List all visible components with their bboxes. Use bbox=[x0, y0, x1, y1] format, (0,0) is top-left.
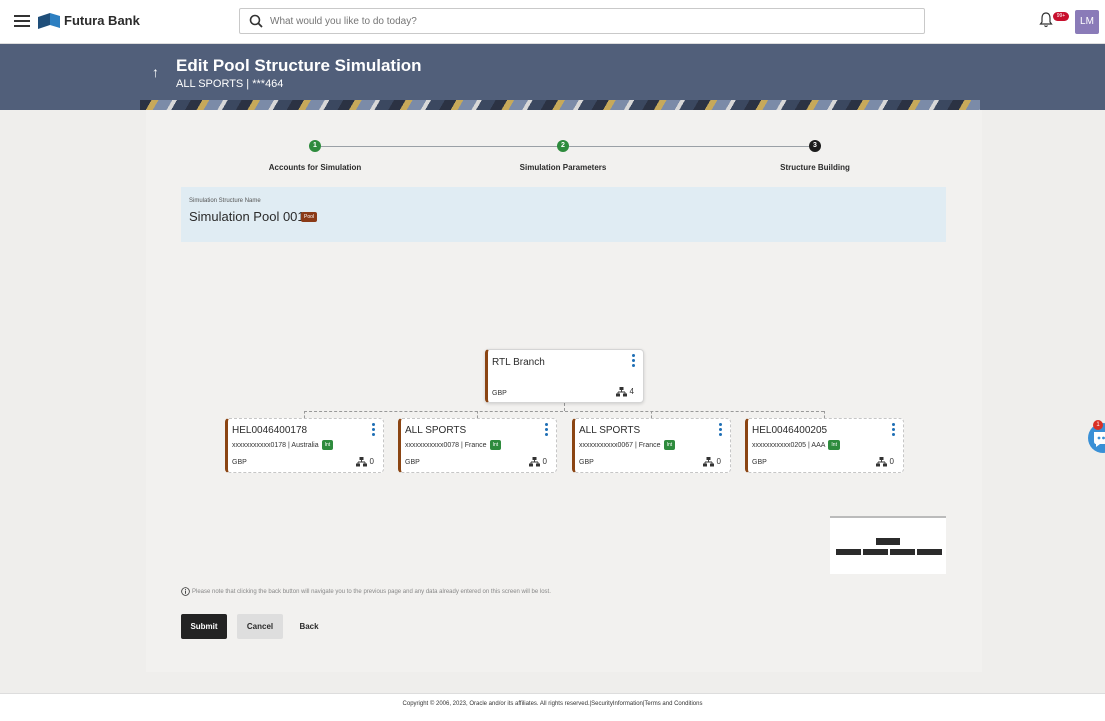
hierarchy-icon bbox=[615, 387, 627, 397]
minimap-root-block bbox=[876, 538, 900, 545]
node-child-count: 4 bbox=[615, 387, 634, 397]
banner-pattern bbox=[140, 100, 980, 110]
stepper-line bbox=[568, 146, 809, 147]
tree-connector bbox=[564, 403, 565, 411]
node-account-text: xxxxxxxxxxx0078 | France bbox=[405, 441, 487, 449]
hierarchy-icon bbox=[528, 457, 540, 467]
node-child-count: 0 bbox=[355, 457, 374, 467]
int-badge: Int bbox=[663, 440, 676, 450]
node-child-count: 0 bbox=[875, 457, 894, 467]
node-count-value: 4 bbox=[629, 387, 634, 397]
node-title: ALL SPORTS bbox=[405, 425, 467, 436]
info-icon bbox=[181, 587, 190, 596]
simulation-name-panel: Simulation Structure Name Simulation Poo… bbox=[181, 187, 946, 242]
hierarchy-icon bbox=[875, 457, 887, 467]
hierarchy-icon bbox=[702, 457, 714, 467]
bell-icon[interactable] bbox=[1039, 12, 1053, 28]
search-input[interactable] bbox=[270, 12, 910, 30]
node-currency: GBP bbox=[232, 459, 247, 466]
minimap-child-block bbox=[890, 549, 915, 555]
node-account: xxxxxxxxxxx0067 | France Int bbox=[579, 440, 676, 450]
node-account-text: xxxxxxxxxxx0067 | France bbox=[579, 441, 661, 449]
stepper-line bbox=[321, 146, 562, 147]
node-count-value: 0 bbox=[369, 457, 374, 467]
minimap-child-block bbox=[836, 549, 861, 555]
tree-child-node[interactable]: ALL SPORTS xxxxxxxxxxx0067 | France Int G… bbox=[572, 418, 731, 473]
tree-connector bbox=[477, 411, 478, 418]
tree-child-node[interactable]: HEL0046400205 xxxxxxxxxxx0205 | AAA Int G… bbox=[745, 418, 904, 473]
cancel-button[interactable]: Cancel bbox=[237, 614, 283, 639]
node-currency: GBP bbox=[492, 390, 507, 397]
submit-button[interactable]: Submit bbox=[181, 614, 227, 639]
node-account-text: xxxxxxxxxxx0205 | AAA bbox=[752, 441, 826, 449]
user-avatar[interactable]: LM bbox=[1075, 10, 1099, 34]
node-account: xxxxxxxxxxx0205 | AAA Int bbox=[752, 440, 840, 450]
info-note: Please note that clicking the back butto… bbox=[181, 587, 551, 596]
node-account: xxxxxxxxxxx0078 | France Int bbox=[405, 440, 502, 450]
chat-badge: 1 bbox=[1093, 420, 1103, 430]
page-title: Edit Pool Structure Simulation bbox=[176, 56, 422, 75]
node-currency: GBP bbox=[752, 459, 767, 466]
step-1-indicator[interactable]: 1 bbox=[309, 140, 321, 152]
simulation-name-value: Simulation Pool 001 bbox=[189, 209, 305, 224]
minimap-child-block bbox=[917, 549, 942, 555]
tree-connector bbox=[304, 411, 305, 418]
int-badge: Int bbox=[828, 440, 840, 450]
node-child-count: 0 bbox=[702, 457, 721, 467]
hierarchy-icon bbox=[355, 457, 367, 467]
step-2-indicator[interactable]: 2 bbox=[557, 140, 569, 152]
kebab-menu-icon[interactable] bbox=[372, 423, 376, 437]
minimap-child-block bbox=[863, 549, 888, 555]
notification-badge: 99+ bbox=[1053, 12, 1069, 21]
step-3-label: Structure Building bbox=[780, 163, 850, 172]
node-title: ALL SPORTS bbox=[579, 425, 641, 436]
search-icon bbox=[249, 14, 263, 28]
node-count-value: 0 bbox=[542, 457, 547, 467]
kebab-menu-icon[interactable] bbox=[632, 354, 636, 368]
int-badge: Int bbox=[489, 440, 502, 450]
tree-connector bbox=[304, 411, 824, 412]
node-account-text: xxxxxxxxxxx0178 | Australia bbox=[232, 441, 319, 449]
node-count-value: 0 bbox=[716, 457, 721, 467]
info-note-text: Please note that clicking the back butto… bbox=[192, 589, 551, 596]
top-bar: Futura Bank 99+ LM bbox=[0, 0, 1105, 44]
step-1-label: Accounts for Simulation bbox=[268, 163, 362, 172]
page-subtitle: ALL SPORTS | ***464 bbox=[176, 78, 284, 90]
brand-name[interactable]: Futura Bank bbox=[64, 13, 140, 28]
kebab-menu-icon[interactable] bbox=[719, 423, 723, 437]
back-arrow-icon[interactable]: ↑ bbox=[152, 64, 159, 80]
pool-badge: Pool bbox=[301, 212, 318, 222]
node-account: xxxxxxxxxxx0178 | Australia Int bbox=[232, 440, 334, 450]
node-title: RTL Branch bbox=[492, 357, 545, 368]
tree-root-node[interactable]: RTL Branch GBP 4 bbox=[485, 349, 644, 403]
tree-minimap[interactable] bbox=[830, 516, 946, 574]
tree-child-node[interactable]: ALL SPORTS xxxxxxxxxxx0078 | France Int G… bbox=[398, 418, 557, 473]
kebab-menu-icon[interactable] bbox=[545, 423, 549, 437]
node-currency: GBP bbox=[579, 459, 594, 466]
bank-logo-icon bbox=[38, 13, 60, 29]
int-badge: Int bbox=[321, 440, 334, 450]
node-child-count: 0 bbox=[528, 457, 547, 467]
node-title: HEL0046400178 bbox=[232, 425, 308, 436]
tree-child-node[interactable]: HEL0046400178 xxxxxxxxxxx0178 | Australi… bbox=[225, 418, 384, 473]
back-button[interactable]: Back bbox=[292, 614, 326, 639]
footer: Copyright © 2006, 2023, Oracle and/or it… bbox=[0, 693, 1105, 721]
tree-connector bbox=[651, 411, 652, 418]
search-bar[interactable] bbox=[239, 8, 925, 34]
step-2-label: Simulation Parameters bbox=[519, 163, 607, 172]
simulation-name-label: Simulation Structure Name bbox=[189, 198, 261, 204]
node-currency: GBP bbox=[405, 459, 420, 466]
step-3-indicator[interactable]: 3 bbox=[809, 140, 821, 152]
node-count-value: 0 bbox=[889, 457, 894, 467]
node-title: HEL0046400205 bbox=[752, 425, 828, 436]
kebab-menu-icon[interactable] bbox=[892, 423, 896, 437]
menu-icon[interactable] bbox=[14, 15, 30, 27]
tree-connector bbox=[824, 411, 825, 418]
